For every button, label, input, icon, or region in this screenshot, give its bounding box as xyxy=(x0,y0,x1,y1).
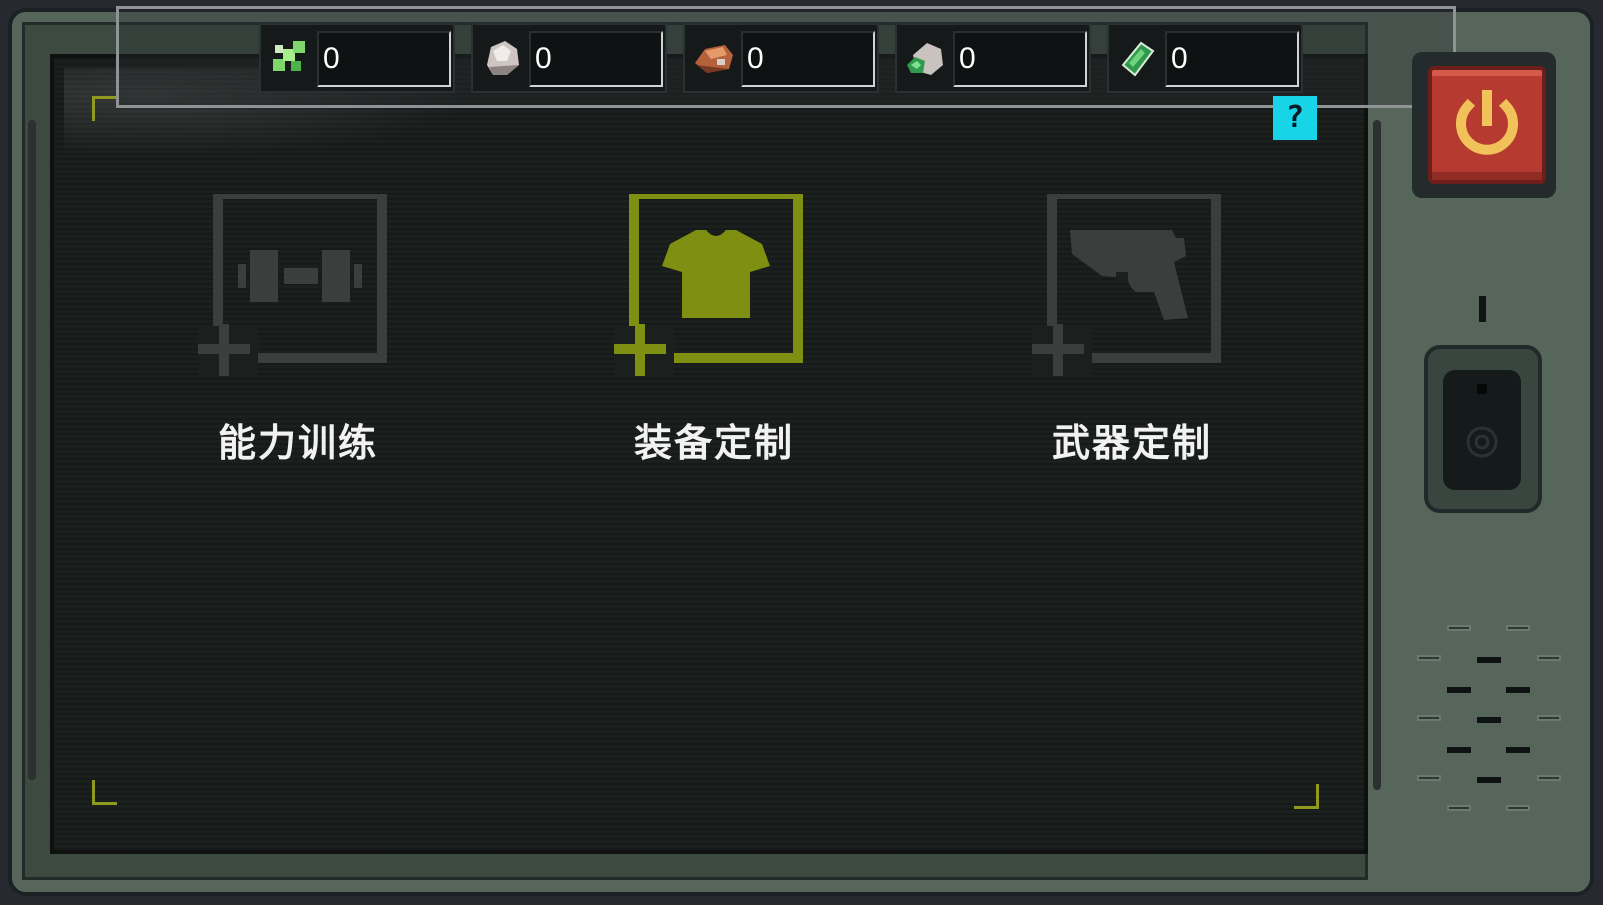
menu-ability-training[interactable]: 能力训练 xyxy=(198,194,398,465)
vent-slot xyxy=(1417,775,1441,781)
vent-slot xyxy=(1447,747,1471,753)
white-ore-icon xyxy=(479,35,525,81)
vent-slot xyxy=(1417,655,1441,661)
green-ore-icon xyxy=(903,35,949,81)
vent-slot xyxy=(1447,805,1471,811)
resource-green-crystal: 0 xyxy=(259,23,455,93)
vent-slot xyxy=(1506,687,1530,693)
vent-slot xyxy=(1417,715,1441,721)
shirt-icon xyxy=(614,194,803,376)
vent-slot xyxy=(1537,775,1561,781)
vent-slot xyxy=(1477,657,1501,663)
menu-equipment-custom[interactable]: 装备定制 xyxy=(614,194,814,465)
help-button[interactable]: ? xyxy=(1273,96,1317,140)
vent-slot xyxy=(1506,625,1530,631)
menu-label-ability-training: 能力训练 xyxy=(217,421,378,465)
resource-count-white-ore: 0 xyxy=(529,31,663,87)
vent-slot xyxy=(1447,687,1471,693)
dumbbell-icon xyxy=(198,194,387,376)
resource-bar: 0 0 0 0 0 xyxy=(116,6,1456,108)
copper-ore-icon xyxy=(691,35,737,81)
power-icon xyxy=(1456,90,1518,155)
vent-slot xyxy=(1477,777,1501,783)
resource-count-emerald-gem: 0 xyxy=(1165,31,1299,87)
frame-rail-right xyxy=(1373,120,1381,790)
camera-lens-panel xyxy=(1443,370,1521,490)
corner-bracket-top-left xyxy=(92,96,117,121)
resource-green-ore: 0 xyxy=(895,23,1091,93)
vent-slot xyxy=(1537,655,1561,661)
vent-slot xyxy=(1506,747,1530,753)
emerald-gem-icon xyxy=(1115,35,1161,81)
menu-weapon-custom[interactable]: 武器定制 xyxy=(1032,194,1232,465)
resource-count-copper-ore: 0 xyxy=(741,31,875,87)
menu-label-equipment-custom: 装备定制 xyxy=(633,421,794,465)
corner-bracket-bottom-right xyxy=(1294,784,1319,809)
menu-label-weapon-custom: 武器定制 xyxy=(1051,421,1212,465)
green-crystal-icon xyxy=(267,35,313,81)
vent-slot xyxy=(1447,625,1471,631)
resource-count-green-crystal: 0 xyxy=(317,31,451,87)
vent-slot xyxy=(1537,715,1561,721)
corner-bracket-bottom-left xyxy=(92,780,117,805)
indicator-slot xyxy=(1479,296,1486,322)
vent-slot xyxy=(1477,717,1501,723)
camera-lens-icon xyxy=(1466,384,1498,458)
frame-rail-left xyxy=(28,120,36,780)
pistol-icon xyxy=(1032,194,1221,376)
resource-emerald-gem: 0 xyxy=(1107,23,1303,93)
terminal-screen: 能力训练 装备定制 武器定制 xyxy=(50,54,1368,854)
resource-count-green-ore: 0 xyxy=(953,31,1087,87)
resource-copper-ore: 0 xyxy=(683,23,879,93)
power-button[interactable] xyxy=(1428,66,1546,184)
resource-white-ore: 0 xyxy=(471,23,667,93)
vent-slot xyxy=(1506,805,1530,811)
